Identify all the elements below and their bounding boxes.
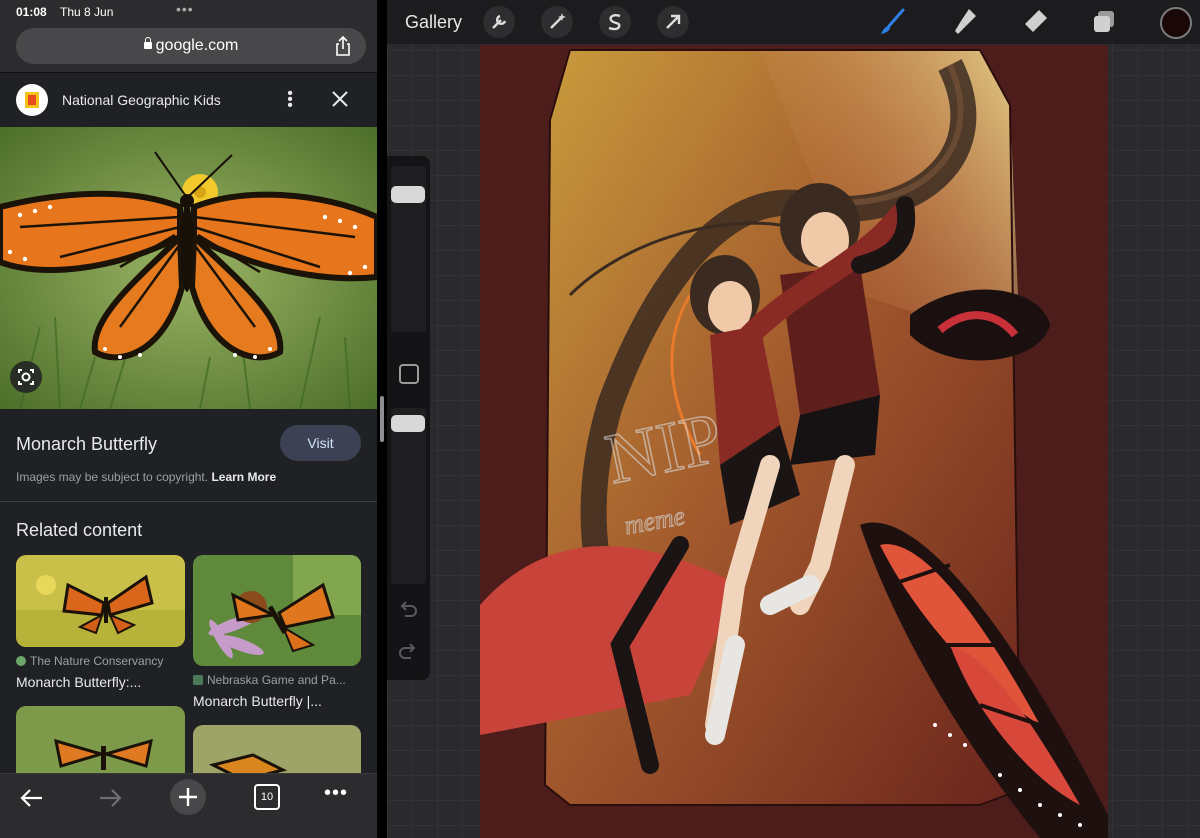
split-view-handle[interactable] (380, 396, 384, 442)
transform-arrow-icon[interactable] (657, 6, 689, 38)
brush-icon[interactable] (877, 6, 909, 38)
actions-wrench-icon[interactable] (483, 6, 515, 38)
butterfly-image[interactable] (0, 127, 377, 409)
status-bar: 01:08 Thu 8 Jun ••• (0, 0, 377, 24)
visit-button[interactable]: Visit (280, 425, 361, 461)
copyright-text: Images may be subject to copyright. (16, 470, 209, 484)
close-icon[interactable] (330, 89, 350, 109)
more-menu-icon[interactable]: ••• (324, 782, 348, 805)
result-title: Monarch Butterfly (16, 434, 158, 454)
eraser-icon[interactable] (1019, 6, 1051, 38)
related-card-source: The Nature Conservancy (16, 654, 163, 668)
forward-arrow-icon[interactable] (96, 786, 124, 810)
tabs-button[interactable]: 10 (254, 784, 280, 810)
related-card-title[interactable]: Monarch Butterfly:... (16, 674, 141, 690)
lens-search-icon[interactable] (10, 361, 42, 393)
layers-icon[interactable] (1089, 6, 1121, 38)
status-date: Thu 8 Jun (60, 5, 114, 19)
brush-size-thumb[interactable] (391, 186, 425, 203)
plus-icon (179, 788, 197, 806)
address-bar[interactable]: google.com (16, 28, 366, 64)
selection-s-icon[interactable] (599, 6, 631, 38)
multitasking-dots-icon[interactable]: ••• (176, 1, 194, 17)
artwork-canvas[interactable]: NIP meme (480, 45, 1108, 838)
undo-icon[interactable] (397, 598, 419, 620)
source-favicon-icon (16, 656, 26, 666)
gallery-button[interactable]: Gallery (405, 12, 462, 33)
source-logo (16, 84, 48, 116)
more-options-icon[interactable]: • • • (287, 86, 293, 114)
procreate-top-bar: Gallery (387, 0, 1200, 44)
share-icon[interactable] (332, 35, 354, 57)
url-text: google.com (155, 37, 239, 54)
related-content-heading: Related content (16, 520, 143, 540)
opacity-slider[interactable] (391, 408, 426, 584)
tab-count: 10 (260, 791, 274, 803)
lock-icon (143, 37, 152, 49)
status-time: 01:08 (16, 5, 47, 19)
modify-button[interactable] (399, 364, 419, 384)
result-info: Monarch Butterfly Visit Images may be su… (0, 409, 377, 502)
opacity-thumb[interactable] (391, 415, 425, 432)
address-bar-area: google.com (0, 24, 377, 73)
back-arrow-icon[interactable] (18, 786, 46, 810)
related-card-image[interactable] (193, 555, 361, 666)
split-view-divider (377, 0, 387, 838)
adjustments-wand-icon[interactable] (541, 6, 573, 38)
safari-panel: 01:08 Thu 8 Jun ••• google.com National … (0, 0, 377, 838)
smudge-icon[interactable] (949, 6, 981, 38)
related-card-source: Nebraska Game and Pa... (193, 673, 346, 687)
learn-more-link[interactable]: Learn More (211, 470, 276, 484)
image-source-header: National Geographic Kids • • • (0, 73, 377, 127)
related-card-image[interactable] (16, 555, 185, 647)
new-tab-button[interactable] (170, 779, 206, 815)
sidebar-tools (387, 156, 430, 680)
source-name[interactable]: National Geographic Kids (62, 92, 221, 108)
related-card-title[interactable]: Monarch Butterfly |... (193, 693, 322, 709)
redo-icon[interactable] (397, 640, 419, 662)
color-swatch[interactable] (1160, 7, 1192, 39)
copyright-notice: Images may be subject to copyright. Lear… (16, 470, 276, 484)
browser-toolbar: 10 ••• (0, 773, 377, 838)
source-favicon-icon (193, 675, 203, 685)
procreate-panel: Gallery NIP meme (387, 0, 1200, 838)
